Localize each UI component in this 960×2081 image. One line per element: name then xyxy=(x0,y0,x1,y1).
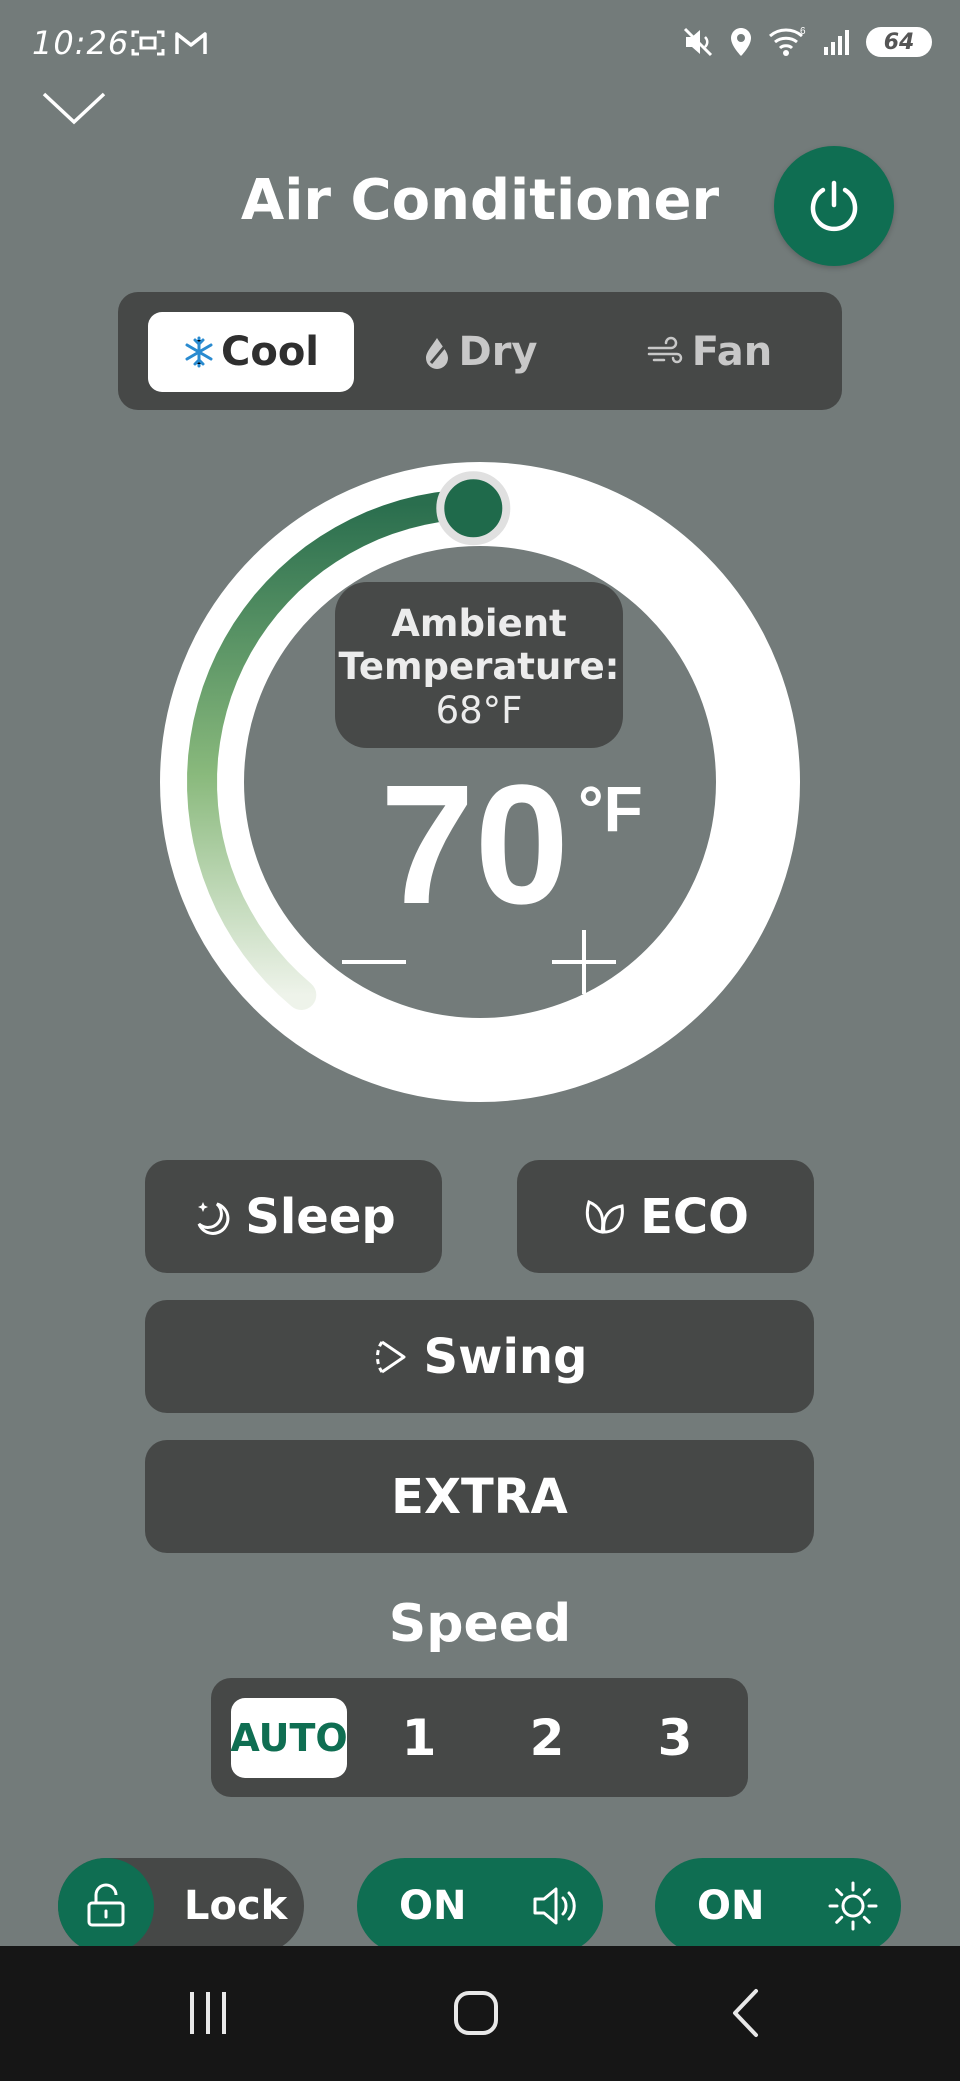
wifi-icon: 6 xyxy=(769,26,806,56)
status-bar: 10:26 6 64 xyxy=(0,0,960,90)
sound-state: ON xyxy=(399,1883,467,1929)
sleep-label: Sleep xyxy=(245,1188,396,1245)
sun-icon xyxy=(828,1881,878,1931)
sleep-moon-icon xyxy=(197,1201,230,1235)
mode-fan-label: Fan xyxy=(691,329,773,375)
mode-cool-label: Cool xyxy=(220,329,320,375)
location-icon xyxy=(731,28,751,56)
eco-label: ECO xyxy=(640,1188,749,1245)
speed-auto-button[interactable]: AUTO xyxy=(230,1698,348,1778)
recent-apps-button[interactable] xyxy=(163,1978,253,2048)
sleep-button[interactable]: Sleep xyxy=(145,1160,442,1273)
home-icon xyxy=(454,1991,498,2035)
ambient-label: Ambient Temperature: xyxy=(338,602,620,688)
swing-label: Swing xyxy=(423,1328,588,1385)
decrease-temperature-button[interactable] xyxy=(342,960,406,964)
status-icons: 6 64 xyxy=(682,26,932,58)
speed-1-button[interactable]: 1 xyxy=(361,1698,477,1778)
power-button[interactable] xyxy=(774,146,894,266)
increase-temperature-button[interactable] xyxy=(552,930,616,994)
wind-icon xyxy=(647,336,682,364)
speed-2-button[interactable]: 2 xyxy=(489,1698,605,1778)
chevron-down-icon[interactable] xyxy=(42,90,106,126)
mode-fan-button[interactable]: Fan xyxy=(606,312,812,392)
lock-knob xyxy=(58,1858,154,1954)
home-button[interactable] xyxy=(431,1978,521,2048)
screenshot-icon xyxy=(131,30,165,56)
system-navigation-bar xyxy=(0,1946,960,2081)
back-button[interactable] xyxy=(700,1978,790,2048)
battery-icon: 64 xyxy=(866,27,932,57)
swing-icon xyxy=(375,1340,406,1373)
extra-label: EXTRA xyxy=(391,1468,568,1525)
speed-selector: AUTO 1 2 3 xyxy=(211,1678,748,1797)
light-state: ON xyxy=(697,1883,765,1929)
svg-text:6: 6 xyxy=(800,26,806,37)
speed-3-button[interactable]: 3 xyxy=(617,1698,733,1778)
extra-button[interactable]: EXTRA xyxy=(145,1440,814,1553)
dial-knob[interactable] xyxy=(436,471,511,546)
unlock-icon xyxy=(87,1883,125,1927)
speed-heading: Speed xyxy=(388,1594,572,1654)
signal-icon xyxy=(824,30,849,55)
power-icon xyxy=(810,180,858,232)
back-icon xyxy=(733,1989,758,2037)
mode-dry-label: Dry xyxy=(458,329,538,375)
droplet-icon xyxy=(426,338,449,369)
eco-button[interactable]: ECO xyxy=(517,1160,814,1273)
mode-dry-button[interactable]: Dry xyxy=(377,312,583,392)
temperature-unit: °F xyxy=(578,773,643,845)
ambient-value: 68°F xyxy=(435,689,523,732)
ambient-temperature-badge: Ambient Temperature: 68°F xyxy=(335,582,623,748)
recent-apps-icon xyxy=(190,1992,226,2034)
setpoint-temperature: 70 xyxy=(380,750,570,940)
light-toggle[interactable]: ON xyxy=(655,1858,901,1954)
leaf-icon xyxy=(585,1199,624,1234)
mode-cool-button[interactable]: Cool xyxy=(148,312,354,392)
sound-toggle[interactable]: ON xyxy=(357,1858,603,1954)
lock-toggle[interactable]: Lock xyxy=(58,1858,304,1954)
speaker-icon xyxy=(533,1887,576,1925)
swing-button[interactable]: Swing xyxy=(145,1300,814,1413)
status-time: 10:26 xyxy=(32,24,130,62)
battery-level: 64 xyxy=(883,29,915,55)
snowflake-icon xyxy=(185,336,213,368)
lock-label: Lock xyxy=(184,1883,288,1929)
mute-icon xyxy=(683,27,713,57)
gmail-icon xyxy=(175,32,207,54)
mode-selector: Cool Dry Fan xyxy=(118,292,842,410)
